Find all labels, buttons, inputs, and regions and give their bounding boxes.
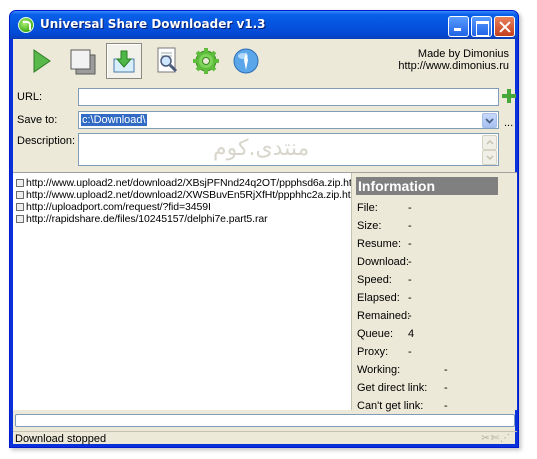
info-value-size: - bbox=[408, 220, 412, 232]
chevron-up-icon bbox=[485, 140, 494, 145]
download-icon bbox=[113, 50, 135, 73]
list-item[interactable]: http://rapidshare.de/files/10245157/delp… bbox=[16, 213, 268, 225]
info-value-working: - bbox=[444, 364, 448, 376]
settings-button[interactable] bbox=[188, 43, 224, 79]
resize-grip-icon[interactable]: ⋰ bbox=[500, 433, 511, 444]
chevron-down-icon bbox=[485, 155, 494, 160]
app-icon bbox=[18, 17, 34, 33]
info-value-file: - bbox=[408, 202, 412, 214]
info-value-speed: - bbox=[408, 274, 412, 286]
url-input[interactable] bbox=[78, 88, 499, 106]
save-to-dropdown-button[interactable] bbox=[482, 113, 497, 128]
info-label-proxy: Proxy: bbox=[357, 346, 389, 358]
close-button[interactable] bbox=[494, 16, 515, 37]
maximize-button[interactable] bbox=[471, 16, 492, 37]
info-label-cant-get-link: Can't get link: bbox=[357, 400, 424, 412]
watermark: منتدى.كوم bbox=[213, 136, 310, 161]
chevron-down-icon bbox=[485, 117, 494, 124]
minimize-button[interactable] bbox=[448, 16, 469, 37]
info-label-speed: Speed: bbox=[357, 274, 392, 286]
window-title: Universal Share Downloader v1.3 bbox=[40, 17, 266, 31]
save-to-label: Save to: bbox=[17, 114, 58, 126]
url-label: URL: bbox=[17, 91, 43, 103]
magnifier-icon bbox=[157, 47, 178, 73]
info-label-remained: Remained: bbox=[357, 310, 411, 322]
gear-icon bbox=[193, 48, 219, 74]
download-button[interactable] bbox=[106, 43, 142, 79]
toolbar: Made by Dimonius http://www.dimonius.ru bbox=[13, 39, 517, 85]
info-label-working: Working: bbox=[357, 364, 401, 376]
browse-button[interactable]: ... bbox=[504, 117, 513, 129]
list-item[interactable]: http://uploadport.com/request/?fid=3459I bbox=[16, 201, 211, 213]
info-value-download: - bbox=[408, 256, 412, 268]
checkbox[interactable] bbox=[16, 215, 24, 223]
start-button[interactable] bbox=[23, 43, 59, 79]
info-header: Information bbox=[356, 177, 498, 195]
info-value-cant-get-link: - bbox=[444, 400, 448, 412]
globe-icon bbox=[233, 48, 259, 74]
app-window: Universal Share Downloader v1.3 Made by … bbox=[9, 10, 519, 448]
stop-icon bbox=[70, 49, 96, 75]
status-bar: Download stopped ✂✄⋰ bbox=[13, 431, 517, 446]
info-label-queue: Queue: bbox=[357, 328, 394, 340]
credit-author: Made by Dimonius bbox=[417, 48, 509, 60]
list-item[interactable]: http://www.upload2.net/download2/XBsjPFN… bbox=[16, 177, 363, 189]
web-button[interactable] bbox=[228, 43, 264, 79]
info-value-elapsed: - bbox=[408, 292, 412, 304]
info-panel: Information File: - Size: - Resume: - Do… bbox=[351, 173, 517, 412]
checkbox[interactable] bbox=[16, 203, 24, 211]
credit-url: http://www.dimonius.ru bbox=[398, 60, 509, 72]
scroll-down-button[interactable] bbox=[482, 150, 497, 165]
play-icon bbox=[33, 49, 51, 73]
list-item[interactable]: http://www.upload2.net/download2/XWSBuvE… bbox=[16, 189, 362, 201]
search-button[interactable] bbox=[149, 43, 185, 79]
info-label-download: Download: bbox=[357, 256, 409, 268]
progress-bar bbox=[15, 414, 515, 427]
description-label: Description: bbox=[17, 135, 76, 147]
save-to-combo[interactable]: c:\Download\ bbox=[78, 111, 499, 129]
info-value-get-direct-link: - bbox=[444, 382, 448, 394]
url-list[interactable]: http://www.upload2.net/download2/XBsjPFN… bbox=[13, 173, 363, 410]
checkbox[interactable] bbox=[16, 191, 24, 199]
credits: Made by Dimonius http://www.dimonius.ru bbox=[398, 48, 509, 72]
status-icons: ✂✄⋰ bbox=[481, 433, 511, 444]
client-area: Made by Dimonius http://www.dimonius.ru … bbox=[13, 39, 517, 446]
tools-icon: ✂ bbox=[481, 433, 491, 444]
main-panel: http://www.upload2.net/download2/XBsjPFN… bbox=[13, 172, 517, 412]
title-bar[interactable]: Universal Share Downloader v1.3 bbox=[10, 11, 518, 39]
info-value-resume: - bbox=[408, 238, 412, 250]
info-value-proxy: - bbox=[408, 346, 412, 358]
info-value-remained: - bbox=[408, 310, 412, 322]
save-to-value: c:\Download\ bbox=[81, 114, 147, 126]
scroll-up-button[interactable] bbox=[482, 135, 497, 150]
status-text: Download stopped bbox=[15, 433, 107, 445]
tools-icon: ✄ bbox=[490, 433, 500, 444]
add-url-icon[interactable] bbox=[502, 89, 516, 103]
info-label-resume: Resume: bbox=[357, 238, 402, 250]
info-value-queue: 4 bbox=[408, 328, 415, 340]
info-label-elapsed: Elapsed: bbox=[357, 292, 400, 304]
info-label-file: File: bbox=[357, 202, 378, 214]
checkbox[interactable] bbox=[16, 179, 24, 187]
info-label-get-direct-link: Get direct link: bbox=[357, 382, 428, 394]
stop-button[interactable] bbox=[64, 43, 100, 79]
info-label-size: Size: bbox=[357, 220, 382, 232]
